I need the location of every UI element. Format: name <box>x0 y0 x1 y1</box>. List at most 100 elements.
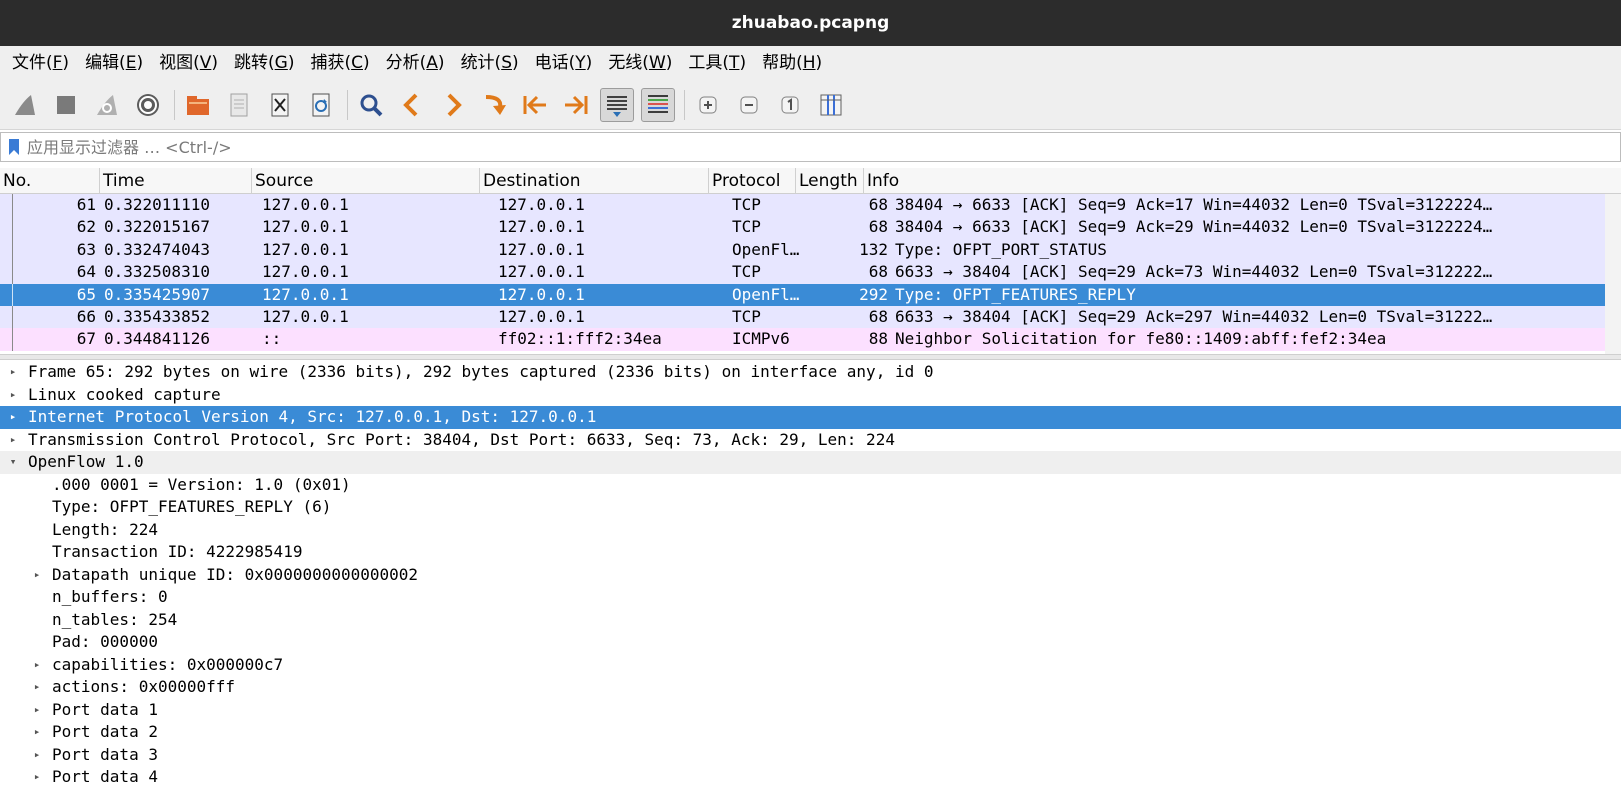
detail-tree-item[interactable]: Length: 224 <box>0 519 1621 542</box>
detail-tree-item[interactable]: .000 0001 = Version: 1.0 (0x01) <box>0 474 1621 497</box>
expander-right-icon[interactable]: ▸ <box>31 676 43 699</box>
detail-tree-item[interactable]: ▸ Port data 3 <box>0 744 1621 767</box>
zoom-in-button[interactable] <box>691 88 725 122</box>
pane-splitter[interactable] <box>0 354 1621 360</box>
menu-item-7[interactable]: 电话(Y) <box>527 46 601 80</box>
detail-tree-item[interactable]: Type: OFPT_FEATURES_REPLY (6) <box>0 496 1621 519</box>
detail-tree-item[interactable]: ▸ capabilities: 0x000000c7 <box>0 654 1621 677</box>
menu-accelerator: H <box>802 53 816 73</box>
save-file-button[interactable] <box>222 88 256 122</box>
detail-tree-item[interactable]: n_buffers: 0 <box>0 586 1621 609</box>
capture-options-button[interactable] <box>131 88 165 122</box>
packet-row[interactable]: 65 0.335425907 127.0.0.1 127.0.0.1 OpenFl… 29… <box>0 283 1605 306</box>
expander-right-icon[interactable]: ▸ <box>31 564 43 587</box>
window-title-bar: zhuabao.pcapng <box>0 0 1621 46</box>
menu-item-6[interactable]: 统计(S) <box>453 46 527 80</box>
close-file-button[interactable] <box>263 88 297 122</box>
detail-tree-item[interactable]: Transaction ID: 4222985419 <box>0 541 1621 564</box>
toolbar-separator <box>684 89 685 120</box>
detail-item-text: Datapath unique ID: 0x0000000000000002 <box>52 564 419 584</box>
menu-item-2[interactable]: 视图(V) <box>151 46 226 80</box>
detail-tree-item[interactable]: Pad: 000000 <box>0 631 1621 654</box>
restart-capture-button[interactable] <box>90 88 124 122</box>
detail-tree-item[interactable]: ▸ actions: 0x00000fff <box>0 676 1621 699</box>
detail-tree-item[interactable]: ▸ Linux cooked capture <box>0 384 1621 407</box>
first-packet-button[interactable] <box>518 88 552 122</box>
expander-right-icon[interactable]: ▸ <box>7 429 19 452</box>
menu-item-4[interactable]: 捕获(C) <box>302 46 377 80</box>
detail-tree-item[interactable]: ▸ Internet Protocol Version 4, Src: 127.0… <box>0 406 1621 429</box>
packet-cell-time: 0.332508310 <box>104 262 210 282</box>
menu-item-1[interactable]: 编辑(E) <box>77 46 151 80</box>
menu-item-10[interactable]: 帮助(H) <box>754 46 830 80</box>
column-header-source[interactable]: Source <box>252 168 480 194</box>
menu-item-0[interactable]: 文件(F) <box>4 46 77 80</box>
menu-label-end: ) <box>512 53 519 73</box>
detail-tree-item[interactable]: ▾ OpenFlow 1.0 <box>0 451 1621 474</box>
go-forward-button[interactable] <box>436 88 470 122</box>
zoom-out-button[interactable] <box>732 88 766 122</box>
column-header-info[interactable]: Info <box>864 168 1621 194</box>
detail-tree-item[interactable]: ▸ Port data 1 <box>0 699 1621 722</box>
packet-row[interactable]: 66 0.335433852 127.0.0.1 127.0.0.1 TCP 68 6633… <box>0 305 1605 329</box>
menu-item-9[interactable]: 工具(T) <box>680 46 754 80</box>
expander-right-icon[interactable]: ▸ <box>7 384 19 407</box>
column-header-no[interactable]: No. <box>0 168 100 194</box>
expander-right-icon[interactable]: ▸ <box>31 744 43 767</box>
expander-right-icon[interactable]: ▸ <box>31 654 43 677</box>
expander-right-icon[interactable]: ▸ <box>31 766 43 789</box>
last-packet-button[interactable] <box>559 88 593 122</box>
packet-row[interactable]: 67 0.344841126:: ff02::1:fff2:34ea ICMPv6 88… <box>0 328 1605 351</box>
expander-right-icon[interactable]: ▸ <box>31 721 43 744</box>
normal-size-button[interactable] <box>773 88 807 122</box>
go-to-packet-button[interactable] <box>477 88 511 122</box>
folder-icon <box>187 95 209 115</box>
open-file-button[interactable] <box>181 88 215 122</box>
packet-list: No. Time Source Destination Protocol Len… <box>0 168 1621 354</box>
menu-item-5[interactable]: 分析(A) <box>378 46 453 80</box>
expander-down-icon[interactable]: ▾ <box>7 451 19 474</box>
expander-right-icon[interactable]: ▸ <box>7 361 19 384</box>
menu-item-8[interactable]: 无线(W) <box>600 46 680 80</box>
detail-item-text: Frame 65: 292 bytes on wire (2336 bits),… <box>28 362 934 381</box>
expander-right-icon[interactable]: ▸ <box>7 406 19 429</box>
find-packet-button[interactable] <box>354 88 388 122</box>
detail-tree-item[interactable]: ▸ Port data 2 <box>0 721 1621 744</box>
menu-accelerator: F <box>52 53 63 73</box>
expander-right-icon[interactable]: ▸ <box>31 699 43 722</box>
detail-tree-item[interactable]: ▸ Port data 4 <box>0 766 1621 789</box>
detail-item-text: Internet Protocol Version 4, Src: 127.0.… <box>28 407 597 426</box>
menu-label: 工具( <box>688 53 730 73</box>
packet-row[interactable]: 64 0.332508310 127.0.0.1 127.0.0.1 TCP 68 6633… <box>0 261 1605 284</box>
colorize-button[interactable] <box>641 87 675 122</box>
detail-item-text: Port data 4 <box>52 767 158 786</box>
display-filter-input[interactable] <box>27 134 1620 160</box>
reload-file-button[interactable] <box>304 88 338 122</box>
filter-bookmark-button[interactable] <box>1 133 27 161</box>
column-header-length[interactable]: Length <box>796 168 864 194</box>
column-header-protocol[interactable]: Protocol <box>709 168 796 194</box>
detail-tree-item[interactable]: n_tables: 254 <box>0 609 1621 632</box>
packet-row[interactable]: 63 0.332474043 127.0.0.1 127.0.0.1 OpenFl… 13… <box>0 238 1605 262</box>
resize-columns-button[interactable] <box>814 88 848 122</box>
packet-cell-source: 127.0.0.1 <box>262 306 349 326</box>
stop-capture-button[interactable] <box>49 88 83 122</box>
detail-item-text: Type: OFPT_FEATURES_REPLY (6) <box>52 497 332 516</box>
packet-cell-info: Type: OFPT_PORT_STATUS <box>895 239 1107 259</box>
packet-row[interactable]: 61 0.322011110 127.0.0.1 127.0.0.1 TCP 68 3840… <box>0 194 1605 217</box>
column-header-time[interactable]: Time <box>100 168 252 194</box>
detail-tree-item[interactable]: ▸ Transmission Control Protocol, Src Port… <box>0 429 1621 452</box>
detail-tree-item[interactable]: ▸ Datapath unique ID: 0x0000000000000002 <box>0 564 1621 587</box>
packet-cell-length: 68 <box>868 306 888 326</box>
packet-cell-protocol: TCP <box>732 306 761 326</box>
packet-list-scrollbar[interactable] <box>1605 194 1621 354</box>
menu-item-3[interactable]: 跳转(G) <box>226 46 302 80</box>
packet-row[interactable]: 62 0.322015167 127.0.0.1 127.0.0.1 TCP 68 3840… <box>0 216 1605 239</box>
packet-cell-protocol: TCP <box>732 262 761 282</box>
packet-cell-no: 62 <box>76 217 96 237</box>
auto-scroll-button[interactable] <box>600 87 634 122</box>
column-header-destination[interactable]: Destination <box>480 168 709 194</box>
go-back-button[interactable] <box>395 88 429 122</box>
start-capture-button[interactable] <box>8 88 42 122</box>
detail-tree-item[interactable]: ▸ Frame 65: 292 bytes on wire (2336 bits)… <box>0 361 1621 384</box>
